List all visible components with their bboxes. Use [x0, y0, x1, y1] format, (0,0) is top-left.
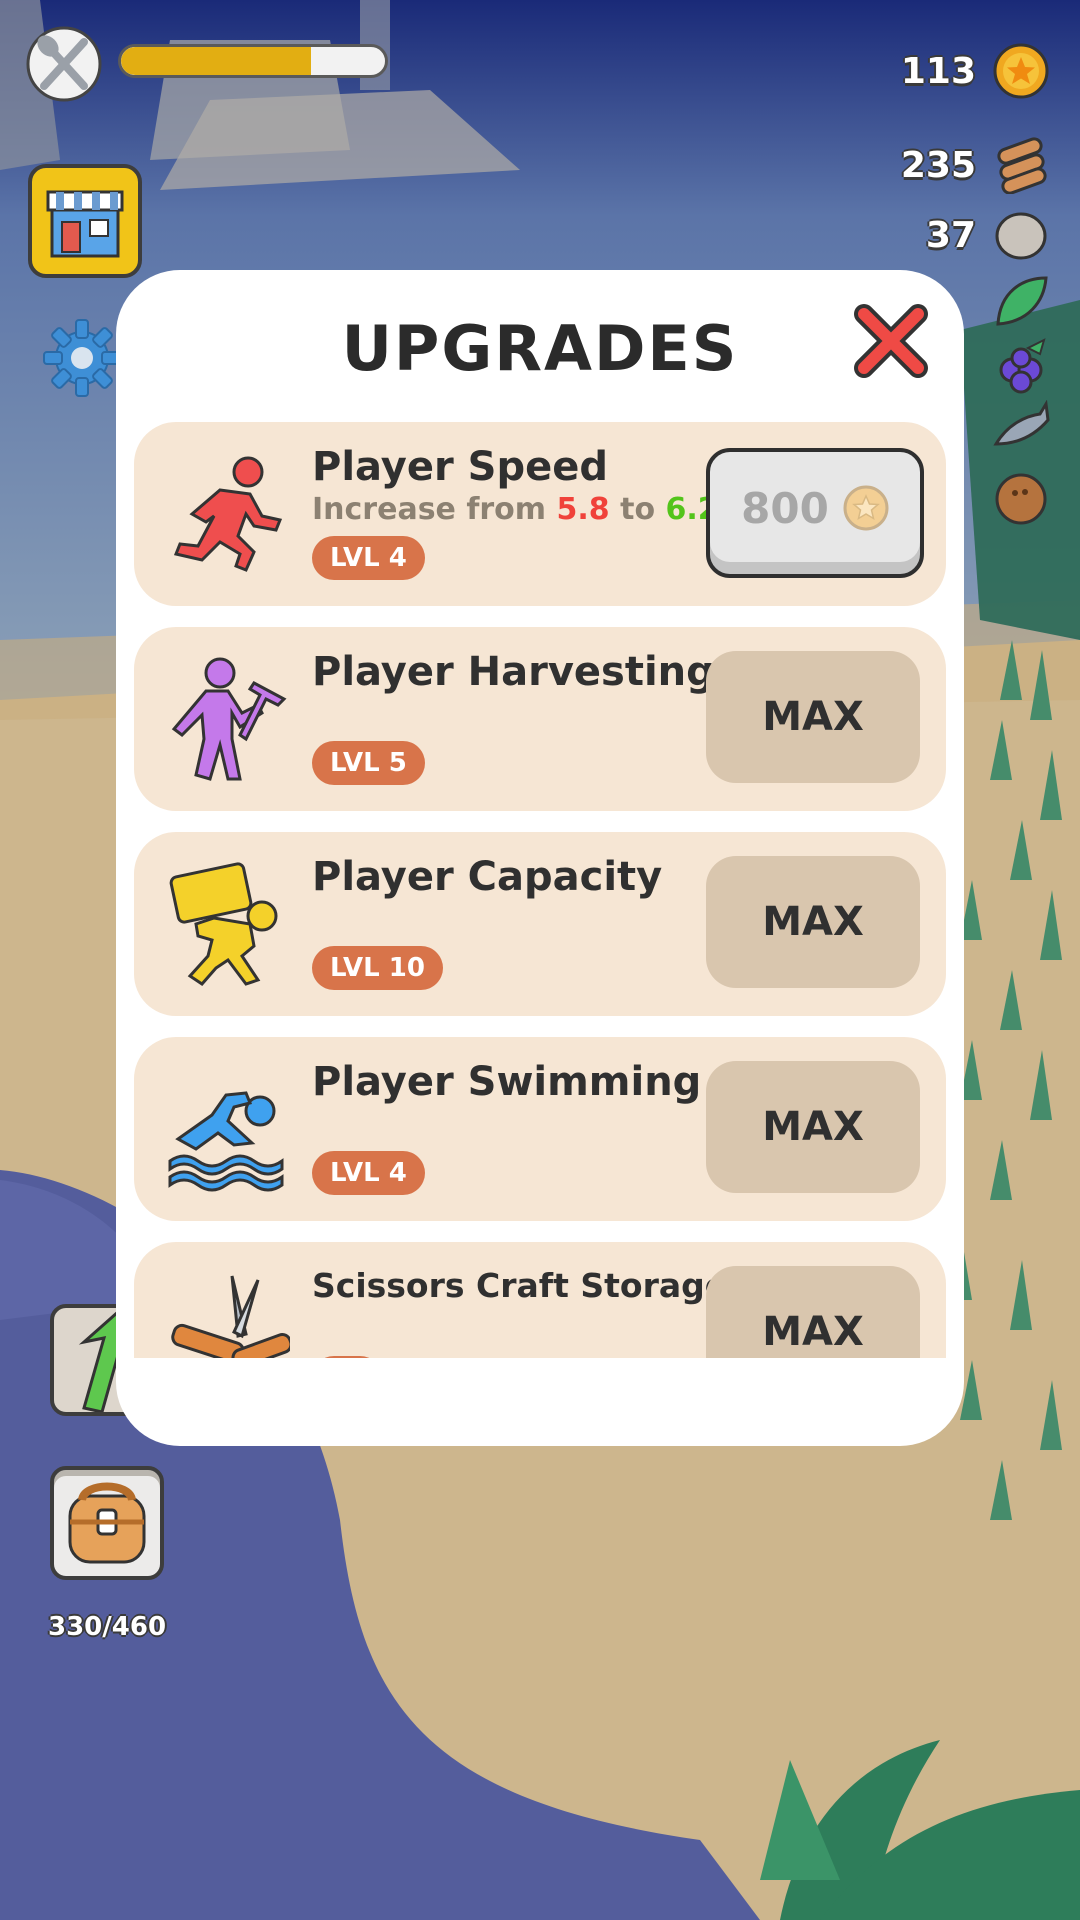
scissors-icon — [162, 1270, 293, 1358]
upgrade-name: Player Capacity — [312, 854, 663, 900]
settings-gear-icon[interactable] — [42, 318, 122, 398]
resource-coin: 113 — [901, 42, 1050, 100]
upgrade-description: Increase from 5.8 to 6.2 — [312, 492, 719, 527]
upgrade-card-player-swimming: Player Swimming LVL 4 MAX — [134, 1037, 946, 1221]
upgrade-name: Scissors Craft Storage — [312, 1266, 728, 1305]
upgrade-card-player-capacity: Player Capacity LVL 10 MAX — [134, 832, 946, 1016]
player-pickaxe-icon — [162, 655, 290, 783]
max-level-button[interactable]: MAX — [706, 856, 920, 988]
shop-icon — [46, 190, 124, 258]
upgrade-name: Player Harvesting — [312, 649, 715, 695]
resource-wood-log: 235 — [900, 136, 1050, 195]
max-level-button[interactable]: MAX — [706, 651, 920, 783]
upgrade-name: Player Speed — [312, 444, 608, 490]
wood-log-icon — [992, 136, 1050, 195]
shop-button[interactable] — [28, 164, 142, 278]
upgrade-price: 800 — [741, 483, 829, 533]
resource-count: 37 — [925, 214, 976, 256]
upgrade-card-scissors-craft-storage: Scissors Craft Storage MAX — [134, 1242, 946, 1358]
max-level-button[interactable]: MAX — [706, 1061, 920, 1193]
desc-connector: to — [620, 492, 656, 527]
berries-icon — [992, 336, 1050, 394]
buy-upgrade-button[interactable]: 800 — [706, 448, 924, 578]
backpack-capacity-text: 330/460 — [48, 1612, 167, 1642]
coin-icon — [992, 42, 1050, 100]
level-badge: LVL 4 — [312, 1151, 425, 1195]
level-badge — [312, 1356, 382, 1358]
level-badge: LVL 5 — [312, 741, 425, 785]
upgrade-card-player-speed: Player Speed Increase from 5.8 to 6.2 LV… — [134, 422, 946, 606]
resource-fish — [976, 399, 1050, 458]
running-player-icon — [162, 450, 290, 578]
upgrade-list[interactable]: Player Speed Increase from 5.8 to 6.2 LV… — [134, 422, 946, 1358]
max-level-button[interactable]: MAX — [706, 1266, 920, 1358]
backpack-icon — [68, 1482, 146, 1564]
upgrade-card-player-harvesting: Player Harvesting LVL 5 MAX — [134, 627, 946, 811]
resource-leaf — [976, 272, 1050, 330]
backpack-button[interactable] — [50, 1466, 164, 1580]
leaf-icon — [992, 272, 1050, 330]
resource-count: 235 — [900, 144, 976, 186]
close-icon[interactable] — [854, 304, 928, 378]
level-badge: LVL 4 — [312, 536, 425, 580]
resource-count: 113 — [900, 50, 976, 92]
fish-icon — [992, 399, 1050, 458]
player-carrying-box-icon — [162, 860, 290, 988]
resource-stone: 37 — [926, 206, 1050, 264]
hunger-fork-spoon-icon — [26, 26, 102, 102]
upgrades-modal: UPGRADES Player Speed Increase from 5.8 — [116, 270, 964, 1446]
coconut-icon — [992, 470, 1050, 528]
upgrade-name: Player Swimming — [312, 1059, 702, 1105]
modal-title: UPGRADES — [341, 312, 739, 385]
stone-icon — [992, 206, 1050, 264]
desc-prefix: Increase from — [312, 492, 547, 527]
coin-icon — [843, 485, 889, 531]
hunger-bar-fill — [121, 47, 312, 75]
resource-berries — [976, 336, 1050, 394]
current-value: 5.8 — [556, 492, 610, 527]
level-badge: LVL 10 — [312, 946, 443, 990]
hunger-bar — [118, 44, 388, 78]
swimmer-icon — [162, 1065, 290, 1193]
resource-coconut — [976, 470, 1050, 528]
